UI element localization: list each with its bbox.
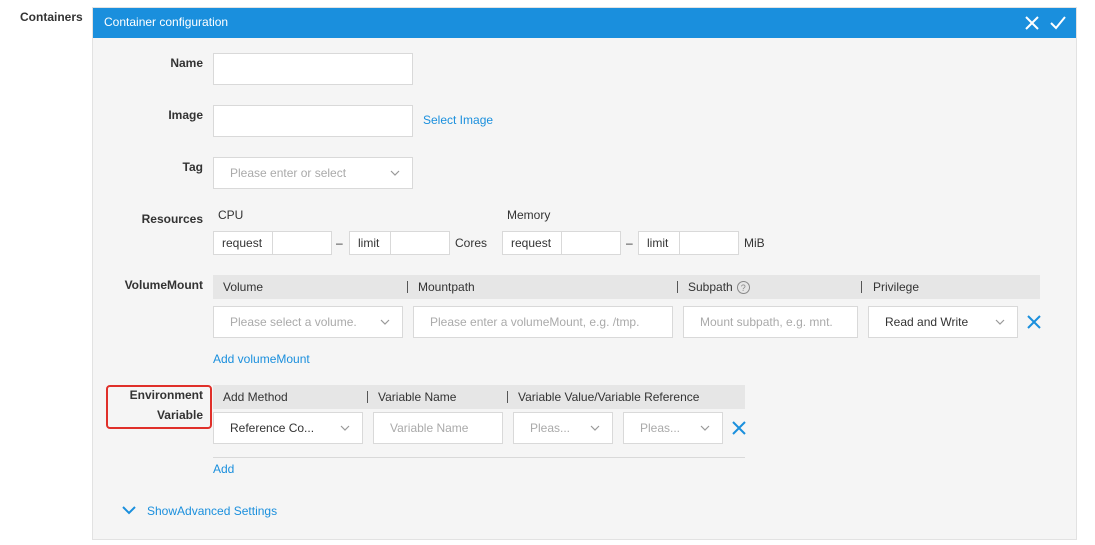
tag-select[interactable]: Please enter or select — [213, 157, 413, 189]
col-variable-name: Variable Name — [378, 390, 457, 404]
resources-label: Resources — [141, 212, 203, 226]
memory-title: Memory — [507, 208, 551, 222]
tag-placeholder: Please enter or select — [230, 166, 347, 180]
variable-value-placeholder-2: Pleas... — [640, 421, 681, 435]
name-label: Name — [170, 56, 203, 70]
cpu-title: CPU — [218, 208, 244, 222]
show-advanced-toggle[interactable]: ShowAdvanced Settings — [121, 504, 277, 518]
col-separator — [407, 281, 408, 293]
subpath-placeholder: Mount subpath, e.g. mnt. — [700, 315, 833, 329]
cpu-unit: Cores — [455, 236, 488, 250]
col-separator — [677, 281, 678, 293]
env-divider — [213, 457, 745, 458]
memory-unit: MiB — [744, 236, 765, 250]
panel-title: Container configuration — [104, 15, 229, 29]
add-volumemount-link[interactable]: Add volumeMount — [213, 352, 310, 366]
tag-label: Tag — [182, 160, 203, 174]
show-advanced-label: ShowAdvanced Settings — [147, 504, 278, 518]
volume-placeholder: Please select a volume. — [230, 315, 357, 329]
help-icon[interactable]: ? — [736, 281, 750, 295]
volumemount-table-header: Volume Mountpath Subpath? Privilege — [213, 275, 1040, 299]
variable-name-placeholder: Variable Name — [390, 421, 469, 435]
col-separator — [367, 391, 368, 403]
panel-header: Container configuration — [93, 8, 1076, 38]
privilege-value: Read and Write — [885, 315, 969, 329]
select-image-link[interactable]: Select Image — [423, 113, 493, 127]
chevron-down-icon — [700, 425, 710, 431]
variable-value-select-2[interactable]: Pleas... — [623, 412, 723, 444]
add-env-link[interactable]: Add — [213, 462, 234, 476]
col-variable-value: Variable Value/Variable Reference — [518, 390, 700, 404]
chevron-down-icon — [340, 425, 350, 431]
volume-select[interactable]: Please select a volume. — [213, 306, 403, 338]
image-input[interactable] — [213, 105, 413, 137]
chevron-down-icon — [380, 319, 390, 325]
add-method-select[interactable]: Reference Co... — [213, 412, 363, 444]
col-volume: Volume — [223, 280, 264, 294]
chevron-down-icon — [995, 319, 1005, 325]
mountpath-input[interactable]: Please enter a volumeMount, e.g. /tmp. — [413, 306, 673, 338]
env-label-line1: Environment — [129, 388, 203, 402]
cpu-dash: – — [336, 236, 343, 250]
check-icon[interactable] — [1049, 14, 1067, 32]
cpu-request-addon: request — [213, 231, 273, 255]
memory-request-addon: request — [502, 231, 562, 255]
chevron-down-icon — [122, 506, 136, 515]
memory-dash: – — [626, 236, 633, 250]
col-separator — [507, 391, 508, 403]
volumemount-label: VolumeMount — [124, 278, 203, 292]
memory-request-input[interactable] — [561, 231, 621, 255]
col-mountpath: Mountpath — [418, 280, 475, 294]
chevron-down-icon — [590, 425, 600, 431]
env-table-header: Add Method Variable Name Variable Value/… — [213, 385, 745, 409]
col-subpath: Subpath? — [688, 280, 750, 295]
memory-limit-input[interactable] — [679, 231, 739, 255]
col-privilege: Privilege — [873, 280, 920, 294]
memory-limit-addon: limit — [638, 231, 680, 255]
variable-name-input[interactable]: Variable Name — [373, 412, 503, 444]
mountpath-placeholder: Please enter a volumeMount, e.g. /tmp. — [430, 315, 640, 329]
remove-volumemount-icon[interactable] — [1026, 314, 1042, 330]
col-separator — [861, 281, 862, 293]
add-method-value: Reference Co... — [230, 421, 315, 435]
env-label-line2: Variable — [156, 408, 203, 422]
section-label-containers: Containers — [20, 10, 83, 24]
remove-env-icon[interactable] — [731, 420, 747, 436]
chevron-down-icon — [390, 170, 400, 176]
privilege-select[interactable]: Read and Write — [868, 306, 1018, 338]
variable-value-placeholder-1: Pleas... — [530, 421, 571, 435]
cpu-limit-addon: limit — [349, 231, 391, 255]
name-input[interactable] — [213, 53, 413, 85]
col-subpath-text: Subpath — [688, 280, 733, 294]
variable-value-select-1[interactable]: Pleas... — [513, 412, 613, 444]
cpu-limit-input[interactable] — [390, 231, 450, 255]
close-icon[interactable] — [1023, 14, 1041, 32]
container-config-panel — [92, 7, 1077, 540]
col-add-method: Add Method — [223, 390, 288, 404]
image-label: Image — [168, 108, 203, 122]
subpath-input[interactable]: Mount subpath, e.g. mnt. — [683, 306, 858, 338]
cpu-request-input[interactable] — [272, 231, 332, 255]
